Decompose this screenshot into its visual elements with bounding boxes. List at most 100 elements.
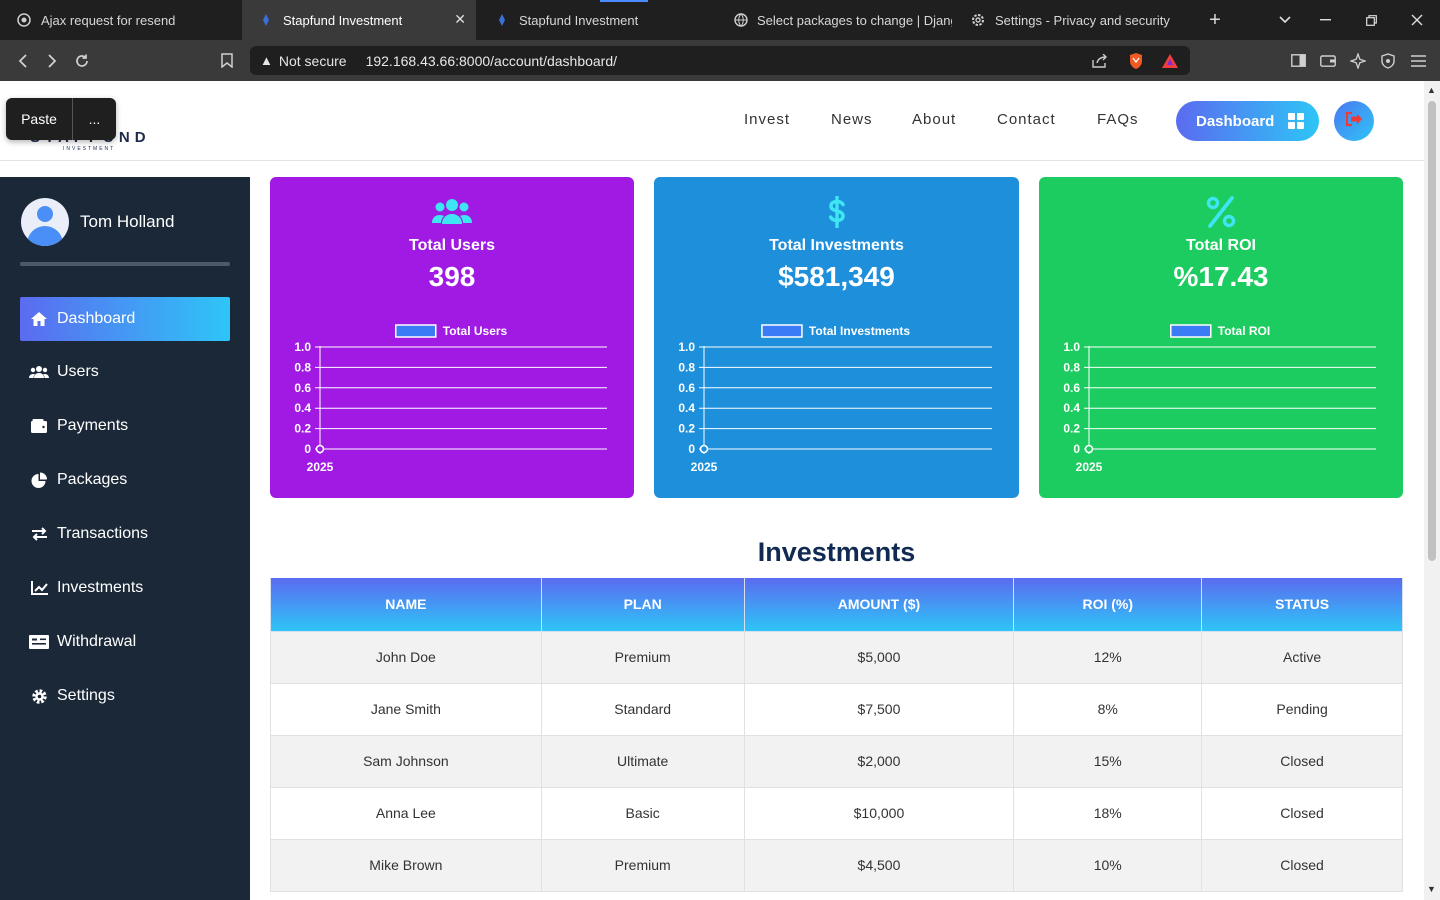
chart-data-point (1084, 444, 1094, 454)
chart-legend-label: Total ROI (1218, 324, 1270, 338)
tab-search-chevron-icon[interactable] (1272, 0, 1298, 40)
home-icon (29, 309, 49, 329)
paste-button[interactable]: Paste (6, 98, 73, 140)
nav-link-about[interactable]: About (912, 111, 956, 128)
nav-link-news[interactable]: News (831, 111, 873, 128)
leo-ai-icon[interactable] (1346, 40, 1370, 81)
restore-icon[interactable] (1358, 0, 1384, 40)
cell-plan: Premium (540, 838, 745, 892)
address-bar[interactable]: ▲ Not secure 192.168.43.66:8000/account/… (250, 46, 1190, 75)
chart-y-tick-label: 0.2 (678, 422, 695, 436)
reload-icon[interactable] (70, 40, 94, 81)
sidebar-item-withdrawal[interactable]: Withdrawal (20, 620, 230, 664)
cell-roi: 8% (1013, 682, 1203, 736)
browser-tab[interactable]: Select packages to change | Django (718, 0, 952, 40)
table-row: John Doe Premium $5,000 12% Active (270, 630, 1403, 684)
cell-plan: Standard (540, 682, 745, 736)
tab-title: Ajax request for resend (41, 12, 176, 28)
tab-title: Stapfund Investment (283, 12, 403, 28)
new-tab-plus-icon[interactable]: + (1202, 0, 1228, 40)
nav-link-contact[interactable]: Contact (997, 111, 1056, 128)
brave-shield-icon[interactable] (1124, 46, 1148, 75)
gear-favicon-icon (970, 12, 986, 28)
minimize-icon[interactable] (1312, 0, 1338, 40)
chart-y-tick-label: 0.4 (294, 401, 311, 415)
back-arrow-icon[interactable] (10, 40, 34, 81)
cell-name: Sam Johnson (270, 734, 542, 788)
chart-y-tick-label: 0.4 (678, 401, 695, 415)
wallet-icon (29, 416, 49, 436)
chart-x-tick-label: 2025 (691, 460, 718, 474)
sidebar-item-transactions[interactable]: Transactions (20, 512, 230, 556)
chart-y-tick-label: 0.8 (678, 360, 695, 374)
cell-roi: 12% (1013, 630, 1203, 684)
cell-roi: 10% (1013, 838, 1203, 892)
bookmark-icon[interactable] (216, 40, 238, 81)
cell-name: Anna Lee (270, 786, 542, 840)
url-text[interactable]: 192.168.43.66:8000/account/dashboard/ (366, 53, 617, 69)
scroll-down-arrow-icon[interactable]: ▼ (1427, 884, 1436, 894)
brave-rewards-icon[interactable] (1158, 46, 1182, 75)
browser-tab-active[interactable]: Stapfund Investment ✕ (242, 0, 476, 40)
sidebar-item-payments[interactable]: Payments (20, 404, 230, 448)
forward-arrow-icon[interactable] (40, 40, 64, 81)
scroll-up-arrow-icon[interactable]: ▲ (1427, 85, 1436, 95)
chart-y-tick-label: 0 (1073, 442, 1080, 456)
paste-more-button[interactable]: ... (73, 98, 116, 140)
warning-triangle-icon: ▲ (260, 53, 273, 68)
sidebar-toggle-icon[interactable] (1286, 40, 1310, 81)
user-name: Tom Holland (80, 212, 175, 231)
chart-y-tick-label: 0.2 (1063, 422, 1080, 436)
sidebar-item-investments[interactable]: Investments (20, 566, 230, 610)
cell-name: Jane Smith (270, 682, 542, 736)
cell-status: Closed (1201, 786, 1403, 840)
browser-tab[interactable]: Stapfund Investment (478, 0, 718, 40)
dashboard-button-label: Dashboard (1196, 112, 1275, 130)
avatar[interactable] (21, 198, 69, 246)
sidebar-item-settings[interactable]: Settings (20, 674, 230, 718)
stat-card-total-investments: Total Investments $581,349 Total Investm… (654, 177, 1019, 498)
cell-amount: $7,500 (743, 682, 1015, 736)
table-row: Sam Johnson Ultimate $2,000 15% Closed (270, 734, 1403, 788)
vpn-shield-icon[interactable] (1376, 40, 1400, 81)
nav-link-invest[interactable]: Invest (744, 111, 790, 128)
security-indicator[interactable]: ▲ Not secure (260, 53, 347, 69)
cell-plan: Basic (540, 786, 745, 840)
chart-data-point (315, 444, 325, 454)
chart-x-tick-label: 2025 (307, 460, 334, 474)
investments-table: NAME PLAN AMOUNT ($) ROI (%) STATUS John… (270, 578, 1403, 892)
table-header-row: NAME PLAN AMOUNT ($) ROI (%) STATUS (270, 578, 1403, 632)
share-icon[interactable] (1088, 46, 1112, 75)
browser-tab[interactable]: Settings - Privacy and security (954, 0, 1194, 40)
sidebar-item-label: Withdrawal (57, 633, 137, 650)
windows-grid-icon (1288, 113, 1305, 129)
cell-status: Pending (1201, 682, 1403, 736)
browser-tab[interactable]: Ajax request for resend (0, 0, 240, 40)
dashboard-button[interactable]: Dashboard (1176, 101, 1319, 141)
line-chart: Total Users 1.0 0.8 0.6 0.4 0.2 0 2025 (294, 324, 607, 474)
chart-x-tick-label: 2025 (1076, 460, 1103, 474)
cell-amount: $5,000 (743, 630, 1015, 684)
close-window-icon[interactable] (1404, 0, 1430, 40)
scrollbar-thumb[interactable] (1428, 101, 1436, 561)
column-header-roi: ROI (%) (1013, 578, 1203, 632)
chart-legend-label: Total Investments (809, 324, 910, 338)
line-chart-icon (29, 578, 49, 598)
sidebar-item-label: Payments (57, 417, 129, 434)
sidebar-item-label: Settings (57, 687, 115, 704)
close-tab-icon[interactable]: ✕ (454, 11, 466, 28)
wallet-icon[interactable] (1316, 40, 1340, 81)
sidebar-item-users[interactable]: Users (20, 350, 230, 394)
settings-favicon-icon (16, 12, 32, 28)
cell-plan: Ultimate (540, 734, 745, 788)
column-header-amount: AMOUNT ($) (743, 578, 1015, 632)
users-icon (29, 362, 49, 382)
sidebar-item-packages[interactable]: Packages (20, 458, 230, 502)
chart-y-tick-label: 1.0 (294, 340, 311, 354)
logout-button[interactable] (1334, 101, 1374, 141)
menu-hamburger-icon[interactable] (1406, 40, 1430, 81)
line-chart: Total Investments 1.0 0.8 0.6 0.4 0.2 0 2025 (678, 324, 992, 474)
nav-link-faqs[interactable]: FAQs (1097, 111, 1139, 128)
sidebar-item-dashboard[interactable]: Dashboard (20, 297, 230, 341)
page-scrollbar[interactable]: ▲ ▼ (1424, 81, 1440, 900)
